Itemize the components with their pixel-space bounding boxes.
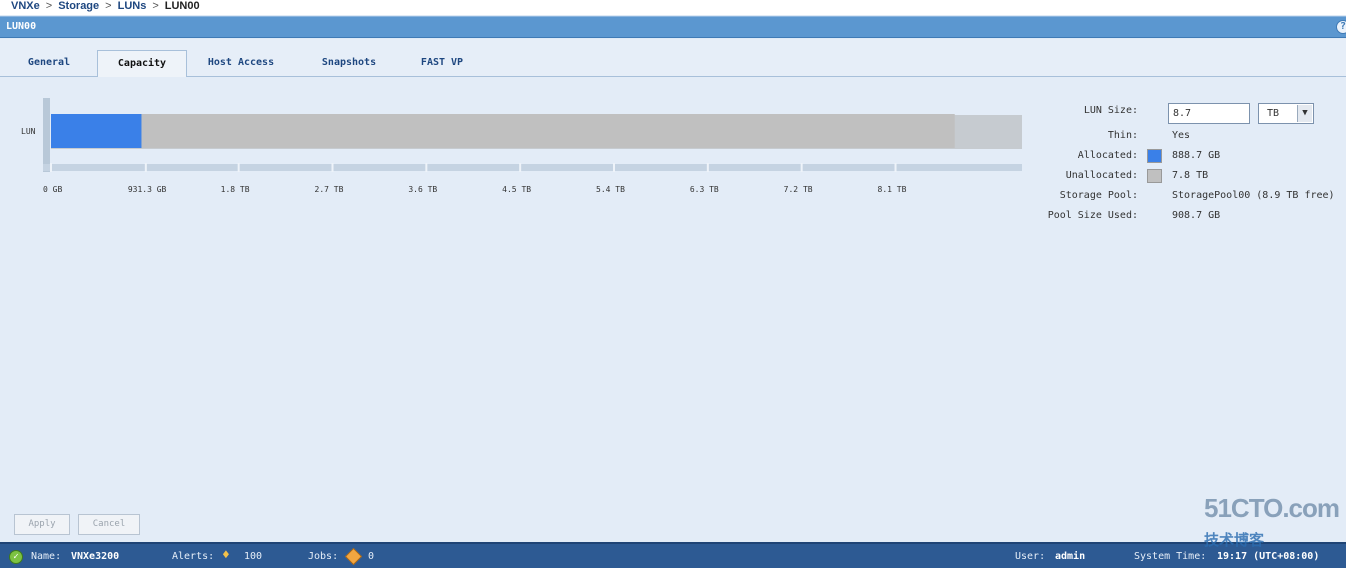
unit-select-value: TB: [1267, 108, 1280, 119]
tab-general[interactable]: General: [12, 50, 86, 77]
breadcrumb-item-storage[interactable]: Storage: [58, 0, 99, 12]
help-icon[interactable]: ?: [1336, 20, 1346, 34]
x-tick: [894, 163, 897, 172]
status-ok-icon: ✓: [9, 550, 23, 564]
x-tick-label: 3.6 TB: [408, 185, 437, 194]
lun-size-input[interactable]: [1168, 103, 1250, 124]
capacity-chart: LUN 0 GB 931.3 GB 1.8 TB 2.7 TB 3.6 TB 4.5 TB…: [21, 98, 1022, 194]
alerts-label: Alerts:: [172, 551, 215, 562]
tab-fast-vp[interactable]: FAST VP: [405, 50, 479, 77]
chevron-down-icon[interactable]: ▼: [1297, 105, 1312, 122]
x-tick-label: 1.8 TB: [221, 185, 250, 194]
jobs-icon[interactable]: [345, 548, 362, 565]
name-label: Name:: [31, 551, 62, 562]
allocated-label: Allocated:: [1077, 150, 1138, 161]
tab-bar: General Capacity Host Access Snapshots F…: [0, 39, 1346, 78]
x-tick: [331, 163, 334, 172]
breadcrumb-separator: >: [152, 0, 159, 12]
bell-icon[interactable]: ♦: [222, 549, 238, 564]
lun-size-unit-select[interactable]: TB ▼: [1258, 103, 1314, 124]
breadcrumb-separator: >: [45, 0, 53, 12]
bar-unallocated: [141, 114, 955, 148]
x-tick: [144, 163, 147, 172]
allocated-value: 888.7 GB: [1172, 150, 1221, 161]
x-tick: [519, 163, 522, 172]
x-tick-label: 0 GB: [43, 185, 62, 194]
tab-host-access[interactable]: Host Access: [193, 50, 289, 77]
x-tick: [706, 163, 709, 172]
breadcrumb-item-luns[interactable]: LUNs: [118, 0, 147, 12]
allocated-swatch: [1147, 149, 1162, 163]
breadcrumb-separator: >: [105, 0, 112, 12]
pool-size-used-value: 908.7 GB: [1172, 210, 1221, 221]
pool-size-used-label: Pool Size Used:: [1047, 210, 1138, 221]
cancel-button[interactable]: Cancel: [78, 514, 140, 535]
x-tick-label: 6.3 TB: [690, 185, 719, 194]
alerts-count[interactable]: 100: [244, 551, 262, 562]
lun-size-label: LUN Size:: [1083, 105, 1138, 116]
user-value: admin: [1055, 551, 1086, 562]
system-time-value: 19:17 (UTC+08:00): [1217, 551, 1320, 562]
x-tick: [425, 163, 428, 172]
storage-pool-value: StoragePool00 (8.9 TB free): [1172, 190, 1335, 201]
system-time-label: System Time:: [1134, 551, 1207, 562]
tab-snapshots[interactable]: Snapshots: [305, 50, 393, 77]
x-tick-label: 2.7 TB: [315, 185, 344, 194]
category-label: LUN: [21, 127, 36, 136]
breadcrumb-current: LUN00: [164, 0, 200, 12]
x-tick-label: 4.5 TB: [502, 185, 531, 194]
x-tick-label: 5.4 TB: [596, 185, 625, 194]
thin-value: Yes: [1172, 130, 1191, 141]
x-tick-label: 7.2 TB: [784, 185, 813, 194]
x-tick-label: 8.1 TB: [878, 185, 907, 194]
system-name-value: VNXe3200: [71, 551, 120, 562]
x-tick: [613, 163, 616, 172]
tab-capacity[interactable]: Capacity: [97, 50, 187, 78]
x-axis: [43, 164, 1022, 171]
unallocated-swatch: [1147, 169, 1162, 183]
bar-allocated: [51, 114, 142, 148]
unallocated-value: 7.8 TB: [1172, 170, 1209, 181]
user-label: User:: [1015, 551, 1046, 562]
chart-y-axis-bar: [43, 98, 50, 172]
x-tick: [237, 163, 240, 172]
capacity-panel: LUN 0 GB 931.3 GB 1.8 TB 2.7 TB 3.6 TB 4.5 TB…: [0, 77, 1346, 542]
status-bar: ✓ Name: VNXe3200 Alerts: ♦ 100 Jobs: 0 U…: [0, 542, 1346, 568]
breadcrumb-item-vnxe[interactable]: VNXe: [11, 0, 40, 12]
x-tick: [800, 163, 803, 172]
breadcrumb: VNXe > Storage > LUNs > LUN00: [0, 0, 1346, 15]
window-title: LUN00: [6, 21, 37, 32]
x-tick: [50, 163, 52, 172]
jobs-count[interactable]: 0: [368, 551, 374, 562]
storage-pool-label: Storage Pool:: [1059, 190, 1138, 201]
unallocated-label: Unallocated:: [1065, 170, 1138, 181]
apply-button[interactable]: Apply: [14, 514, 70, 535]
thin-label: Thin:: [1107, 130, 1138, 141]
jobs-label: Jobs:: [308, 551, 339, 562]
x-tick-label: 931.3 GB: [128, 185, 167, 194]
window-titlebar: LUN00 ?: [0, 16, 1346, 38]
